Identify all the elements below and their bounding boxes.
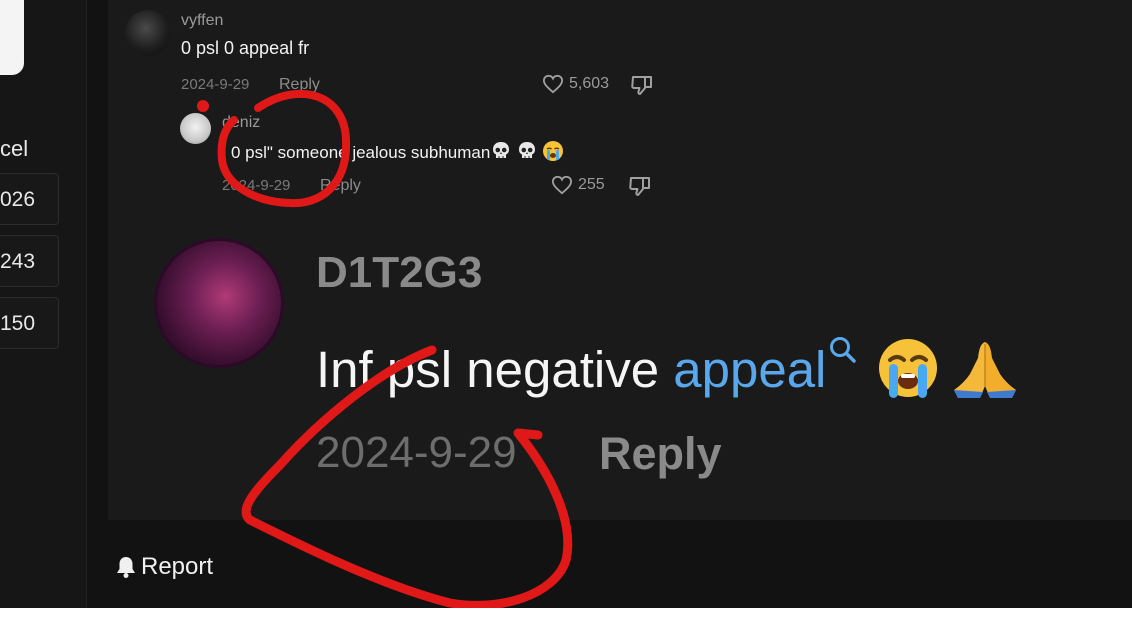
reply-button[interactable]: Reply <box>320 177 361 195</box>
report-label: Report <box>141 553 214 580</box>
folded-hands-emoji <box>950 336 1020 412</box>
code-box[interactable]: 150 <box>0 297 59 349</box>
bell-icon <box>117 557 135 578</box>
comment-text: Inf psl negative appeal <box>316 318 1020 412</box>
avatar[interactable] <box>154 238 284 368</box>
like-count: 5,603 <box>569 75 610 92</box>
like-button[interactable]: 255 <box>551 175 605 195</box>
skull-emoji <box>490 140 512 167</box>
reply-button[interactable]: Reply <box>279 76 320 94</box>
skull-emoji <box>516 140 538 167</box>
avatar[interactable] <box>125 10 171 56</box>
search-icon[interactable] <box>828 318 858 377</box>
reply-date: 2024-9-29 <box>222 177 291 194</box>
partial-label: cel <box>0 136 29 161</box>
crying-emoji <box>542 140 564 167</box>
comment-text: 0 psl 0 appeal fr <box>181 38 310 58</box>
search-link[interactable]: appeal <box>673 341 826 398</box>
comment-date: 2024-9-29 <box>181 76 250 93</box>
report-button[interactable]: Report <box>115 553 213 581</box>
like-count: 255 <box>578 176 605 193</box>
comment-date: 2024-9-29 <box>316 428 517 477</box>
reply-text-content: 0 psl" someone jealous subhuman <box>231 142 491 162</box>
comment-username[interactable]: vyffen <box>181 12 223 30</box>
avatar[interactable] <box>180 113 211 144</box>
reply-text: 0 psl" someone jealous subhuman <box>231 140 564 167</box>
heart-icon <box>542 74 564 94</box>
heart-icon <box>551 175 573 195</box>
code-box[interactable]: 026 <box>0 173 59 225</box>
dislike-icon[interactable] <box>630 74 654 96</box>
reply-button[interactable]: Reply <box>599 428 722 480</box>
comment-username[interactable]: D1T2G3 <box>316 248 482 298</box>
code-box[interactable]: 243 <box>0 235 59 287</box>
loudly-crying-emoji <box>876 336 940 412</box>
left-panel: cel 026 243 150 <box>0 0 87 608</box>
reply-username[interactable]: deniz <box>222 114 260 132</box>
like-button[interactable]: 5,603 <box>542 74 609 94</box>
partial-card <box>0 0 24 75</box>
dislike-icon[interactable] <box>628 175 652 197</box>
comment-text-content: Inf psl negative <box>316 341 674 398</box>
screen: cel 026 243 150 vyffen 0 psl 0 appeal fr… <box>0 0 1132 608</box>
